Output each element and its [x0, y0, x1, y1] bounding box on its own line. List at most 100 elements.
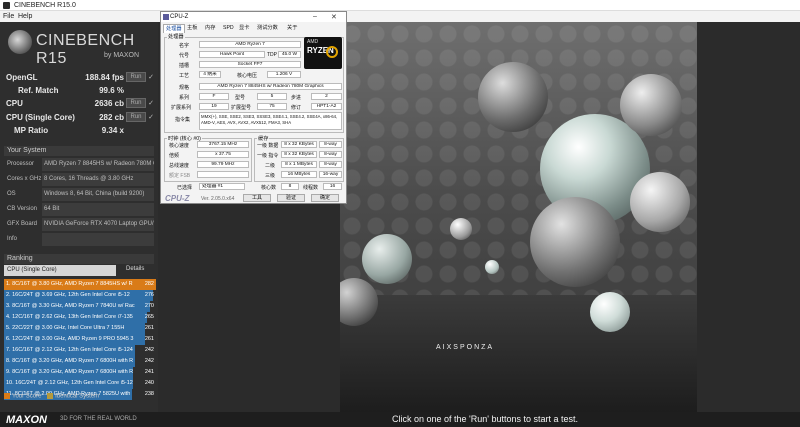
revision-label: 修订 — [291, 105, 302, 111]
tab-about[interactable]: 关于 — [285, 24, 299, 33]
minimize-icon[interactable]: – — [313, 13, 317, 20]
corespeed-label: 核心速度 — [169, 143, 190, 149]
ranking-row[interactable]: 4. 12C/16T @ 2.62 GHz, 13th Gen Intel Co… — [4, 312, 156, 323]
ranking-row[interactable]: 7. 16C/16T @ 2.12 GHz, 12th Gen Intel Co… — [4, 345, 156, 356]
ranking-row[interactable]: 6. 12C/24T @ 3.00 GHz, AMD Ryzen 9 PRO 5… — [4, 334, 156, 345]
ok-button[interactable]: 确定 — [311, 194, 339, 202]
l3-label: 三级 — [265, 173, 276, 179]
validate-button[interactable]: 验证 — [277, 194, 305, 202]
extmodel-label: 扩展型号 — [231, 105, 252, 111]
tab-processor[interactable]: 处理器 — [163, 24, 185, 33]
details-button[interactable]: Details — [126, 266, 144, 272]
check-icon: ✓ — [148, 100, 154, 107]
ranking-row[interactable]: 10. 16C/24T @ 2.12 GHz, 12th Gen Intel C… — [4, 378, 156, 389]
identical-swatch — [47, 393, 54, 399]
sys-key: OS — [7, 191, 16, 197]
spec-value: AMD Ryzen 7 8845HS w/ Radeon 780M Graphi… — [199, 83, 342, 90]
menu-help[interactable]: Help — [18, 11, 32, 22]
result-label: OpenGL — [6, 73, 38, 82]
sys-row-gfx: GFX Board NVIDIA GeForce RTX 4070 Laptop… — [4, 218, 154, 232]
cores-value: 8 — [281, 183, 299, 190]
sys-value: NVIDIA GeForce RTX 4070 Laptop GPU/PCIe/ — [42, 218, 154, 231]
result-opengl: OpenGL 188.84 fps Run ✓ — [4, 72, 154, 84]
sys-value: 8 Cores, 16 Threads @ 3.80 GHz — [42, 173, 154, 186]
instructions-label: 指令集 — [175, 117, 191, 123]
ranking-dropdown[interactable]: CPU (Single Core) — [4, 265, 116, 276]
result-cpu: CPU 2636 cb Run ✓ — [4, 98, 154, 110]
cpuz-brand: CPU-Z — [165, 194, 190, 203]
menu-file[interactable]: File — [3, 11, 14, 22]
run-cpu-single-button[interactable]: Run — [126, 112, 146, 122]
sys-key: GFX Board — [7, 221, 38, 227]
ranking-row[interactable]: 2. 16C/24T @ 3.69 GHz, 12th Gen Intel Co… — [4, 290, 156, 301]
l2-label: 二级 — [265, 163, 276, 169]
cinebench-sphere-icon — [8, 30, 32, 54]
threads-label: 线程数 — [303, 185, 319, 191]
ranking-row-text: 6. 12C/24T @ 3.00 GHz, AMD Ryzen 9 PRO 5… — [6, 336, 134, 342]
run-cpu-button[interactable]: Run — [126, 98, 146, 108]
threads-value: 16 — [323, 183, 342, 190]
sys-key: CB Version — [7, 206, 38, 212]
sys-info-field[interactable] — [42, 233, 154, 246]
sys-row-cores: Cores x GHz 8 Cores, 16 Threads @ 3.80 G… — [4, 173, 154, 187]
tab-bench[interactable]: 测试分数 — [255, 24, 280, 33]
fsb-value — [197, 171, 249, 178]
tools-button[interactable]: 工具 — [243, 194, 271, 202]
multiplier-label: 倍频 — [169, 153, 180, 159]
ranking-row-score: 241 — [144, 369, 154, 375]
logo-name: CINEBENCH R15 — [36, 32, 135, 67]
legend-your-score: Your Score — [12, 393, 42, 400]
ranking-row[interactable]: 9. 8C/16T @ 3.20 GHz, AMD Ryzen 7 6800H … — [4, 367, 156, 378]
family-label: 系列 — [179, 95, 190, 101]
status-message: Click on one of the 'Run' buttons to sta… — [392, 414, 579, 424]
result-label: CPU (Single Core) — [6, 113, 75, 122]
cpuz-app-icon — [163, 14, 169, 20]
tdp-value: 45.0 W — [278, 51, 301, 58]
result-label: Ref. Match — [18, 86, 59, 95]
tab-spd[interactable]: SPD — [221, 24, 236, 33]
ranking-row-score: 238 — [144, 391, 154, 397]
codename-label: 代号 — [179, 53, 190, 59]
result-value: 2636 cb — [94, 99, 124, 108]
processor-group-label: 处理器 — [167, 33, 185, 40]
stepping-label: 步进 — [291, 95, 302, 101]
ranking-row[interactable]: 3. 8C/16T @ 3.30 GHz, AMD Ryzen 7 7840U … — [4, 301, 156, 312]
window-titlebar: CINEBENCH R15.0 — [0, 0, 800, 11]
instructions-value: MMX(+), SSE, SSE2, SSE3, SSSE3, SSE4.1, … — [199, 112, 342, 130]
tech-value: 4 纳米 — [199, 71, 221, 78]
ranking-row[interactable]: 8. 8C/16T @ 3.20 GHz, AMD Ryzen 7 6800H … — [4, 356, 156, 367]
tab-graphics[interactable]: 显卡 — [237, 24, 251, 33]
logo-sub: by MAXON — [104, 52, 140, 59]
cache-group-label: 缓存 — [257, 135, 270, 142]
sys-row-cbversion: CB Version 64 Bit — [4, 203, 154, 217]
ranking-row[interactable]: 1. 8C/16T @ 3.80 GHz, AMD Ryzen 7 8845HS… — [4, 279, 156, 290]
extfamily-value: 19 — [199, 103, 229, 110]
ranking-list: 1. 8C/16T @ 3.80 GHz, AMD Ryzen 7 8845HS… — [4, 279, 156, 400]
tdp-label: TDP — [267, 52, 277, 58]
bus-value: 99.79 MHz — [197, 161, 249, 168]
l3-value: 16 MBytes — [281, 171, 317, 178]
cpuz-version: Ver. 2.05.0.x64 — [201, 196, 235, 202]
tab-memory[interactable]: 内存 — [203, 24, 217, 33]
result-label: CPU — [6, 99, 23, 108]
processor-select[interactable]: 处理器 #1 — [199, 183, 245, 190]
l1d-way: 8-way — [319, 141, 342, 148]
cinebench-logo: CINEBENCH R15 by MAXON — [8, 28, 158, 68]
ranking-row-score: 276 — [144, 292, 154, 298]
cpuz-tabs: 处理器 主板 内存 SPD 显卡 测试分数 关于 — [163, 24, 344, 33]
render-scene-image: AIXSPONZA — [340, 22, 697, 412]
cpuz-window: CPU-Z – ✕ 处理器 主板 内存 SPD 显卡 测试分数 关于 处理器 名… — [160, 11, 347, 204]
tab-mainboard[interactable]: 主板 — [185, 24, 199, 33]
cores-label: 核心数 — [261, 185, 277, 191]
run-opengl-button[interactable]: Run — [126, 72, 146, 82]
voltage-value: 1.206 V — [267, 71, 301, 78]
ryzen-ring-icon — [326, 46, 338, 58]
extmodel-value: 75 — [257, 103, 287, 110]
ranking-row[interactable]: 5. 22C/22T @ 3.00 GHz, Intel Core Ultra … — [4, 323, 156, 334]
ranking-row-score: 242 — [144, 358, 154, 364]
close-icon[interactable]: ✕ — [331, 13, 337, 21]
codename-value: Hawk Point — [199, 51, 265, 58]
l1d-value: 8 x 32 KBytes — [281, 141, 317, 148]
scene-signature: AIXSPONZA — [436, 344, 495, 351]
your-score-swatch — [4, 393, 10, 399]
